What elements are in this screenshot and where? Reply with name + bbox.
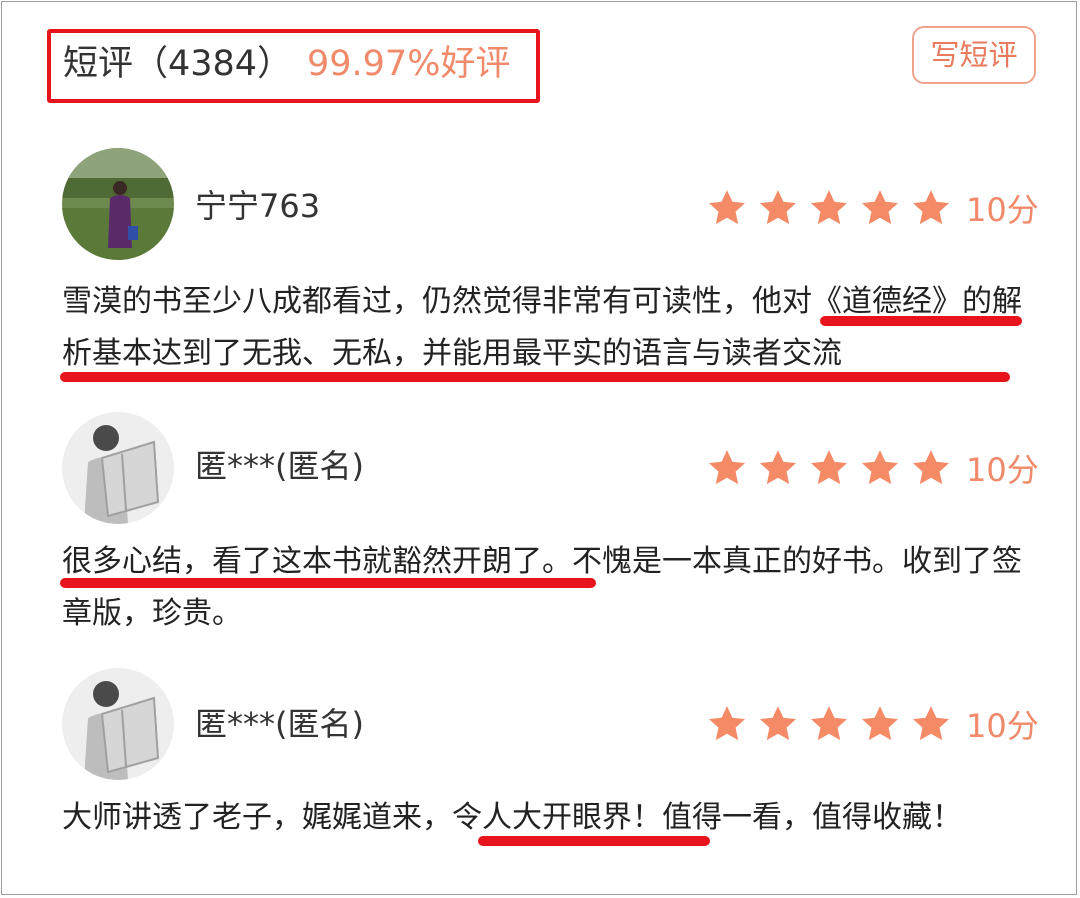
highlight-underline [820, 316, 1022, 326]
rating-stars: 10分 [706, 702, 1039, 746]
star-icon [759, 190, 797, 225]
review-username[interactable]: 匿***(匿名) [195, 444, 364, 488]
review-score: 10分 [966, 707, 1039, 745]
star-icon [708, 706, 746, 741]
star-icon [708, 450, 746, 485]
reviews-count-title: 短评（4384） [63, 44, 293, 84]
review-username[interactable]: 宁宁763 [195, 184, 320, 228]
star-icon [861, 706, 899, 741]
comment-text: 大师讲透了老子，娓娓道来， [62, 800, 452, 835]
avatar[interactable] [62, 668, 174, 780]
star-icon [861, 450, 899, 485]
comment-text-tail: 值得一看，值得收藏！ [662, 800, 962, 835]
highlight-underline [60, 578, 596, 588]
write-review-button[interactable]: 写短评 [912, 26, 1036, 84]
default-reader-avatar-icon [62, 668, 174, 780]
avatar[interactable] [62, 148, 174, 260]
positive-rate: 99.97%好评 [307, 44, 511, 84]
star-icon [759, 706, 797, 741]
default-reader-avatar-icon [62, 412, 174, 524]
photo-avatar-icon [62, 148, 174, 260]
comment-highlighted-text: 令人大开眼界！ [452, 800, 662, 835]
review-comment: 很多心结，看了这本书就豁然开朗了。不愧是一本真正的好书。收到了签章版，珍贵。 [62, 536, 1027, 640]
star-icon [708, 190, 746, 225]
star-icon [912, 450, 950, 485]
star-icon [810, 450, 848, 485]
highlight-underline [60, 372, 1010, 382]
review-username[interactable]: 匿***(匿名) [195, 702, 364, 746]
rating-stars: 10分 [706, 186, 1039, 230]
star-icon [759, 450, 797, 485]
review-score: 10分 [966, 191, 1039, 229]
review-score: 10分 [966, 451, 1039, 489]
rating-stars: 10分 [706, 446, 1039, 490]
star-icon [810, 190, 848, 225]
star-icon [912, 706, 950, 741]
review-comment: 雪漠的书至少八成都看过，仍然觉得非常有可读性，他对《道德经》的解析基本达到了无我… [62, 276, 1027, 380]
highlight-underline [478, 836, 710, 846]
star-icon [810, 706, 848, 741]
star-icon [861, 190, 899, 225]
comment-text: 雪漠的书至少八成都看过，仍然觉得非常有可读性， [62, 284, 752, 319]
avatar[interactable] [62, 412, 174, 524]
star-icon [912, 190, 950, 225]
comment-highlighted-text: 很多心结，看了这本书就豁然开朗了 [62, 544, 542, 579]
